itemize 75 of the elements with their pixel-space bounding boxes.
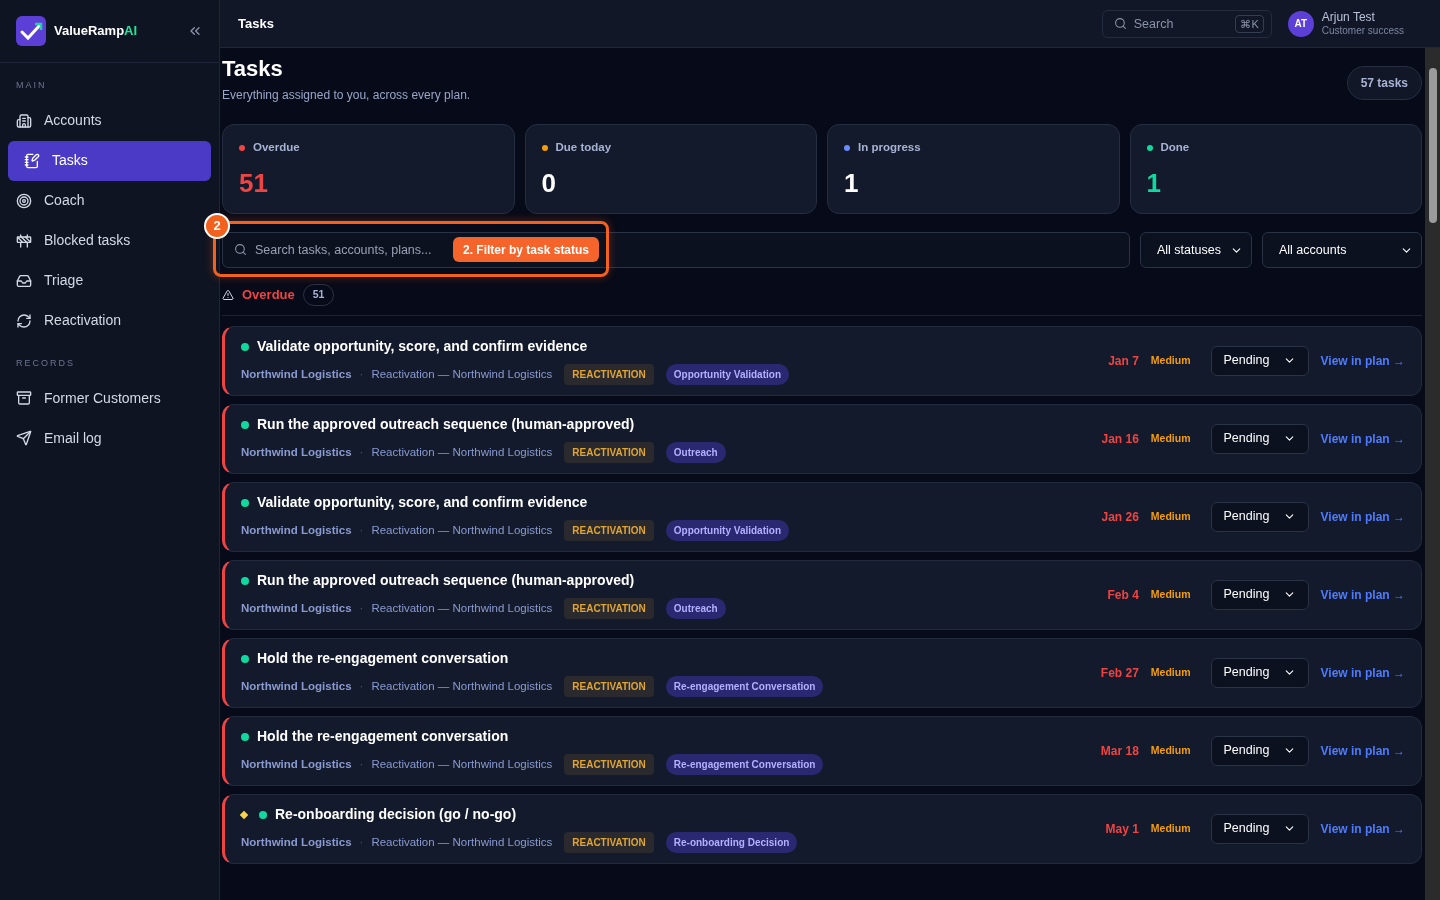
separator-dot: ·: [359, 757, 364, 773]
account-name: Northwind Logistics: [241, 367, 352, 383]
task-title: Hold the re-engagement conversation: [257, 649, 509, 669]
priority-label: Medium: [1150, 586, 1191, 602]
shortcut-key: ⌘K: [1235, 14, 1264, 33]
priority-label: Medium: [1150, 430, 1191, 446]
stat-value: 1: [1146, 167, 1162, 201]
separator-dot: ·: [359, 679, 364, 695]
plan-name: Reactivation — Northwind Logistics: [371, 679, 553, 695]
account-name: Northwind Logistics: [241, 601, 352, 617]
type-tag: REACTIVATION: [564, 754, 654, 776]
type-tag: REACTIVATION: [564, 598, 654, 620]
user-role: Customer success: [1321, 24, 1404, 37]
priority-label: Medium: [1150, 664, 1191, 680]
separator-dot: ·: [359, 523, 364, 539]
stat-value: 0: [541, 167, 557, 201]
plan-name: Reactivation — Northwind Logistics: [371, 523, 553, 539]
account-name: Northwind Logistics: [241, 757, 352, 773]
section-label: RECORDS: [15, 356, 76, 370]
category-tag: Re-engagement Conversation: [665, 754, 824, 776]
account-name: Northwind Logistics: [241, 835, 352, 851]
stat-label: Overdue: [253, 140, 300, 155]
task-title: Run the approved outreach sequence (human-approved): [257, 571, 635, 591]
due-date: Feb 4: [1107, 586, 1139, 604]
type-tag: REACTIVATION: [564, 832, 654, 854]
stat-value: 51: [239, 167, 269, 201]
type-tag: REACTIVATION: [564, 364, 654, 386]
account-name: Northwind Logistics: [241, 445, 352, 461]
task-title: Validate opportunity, score, and confirm evidence: [257, 493, 588, 513]
task-title: Re-onboarding decision (go / no-go): [275, 805, 517, 825]
due-date: Jan 16: [1101, 430, 1139, 448]
task-title: Validate opportunity, score, and confirm evidence: [257, 337, 588, 357]
task-title: Run the approved outreach sequence (human-approved): [257, 415, 635, 435]
due-date: Jan 26: [1101, 508, 1139, 526]
plan-name: Reactivation — Northwind Logistics: [371, 757, 553, 773]
section-label: MAIN: [15, 79, 48, 92]
type-tag: REACTIVATION: [564, 520, 654, 542]
category-tag: Re-engagement Conversation: [665, 676, 824, 698]
page-title: Tasks: [222, 56, 284, 82]
brand-name: ValueRampAI: [54, 22, 138, 41]
separator-dot: ·: [359, 835, 364, 851]
stat-label: In progress: [858, 140, 921, 155]
separator-dot: ·: [359, 445, 364, 461]
stat-label: Done: [1160, 140, 1190, 155]
category-tag: Opportunity Validation: [665, 364, 789, 386]
plan-name: Reactivation — Northwind Logistics: [371, 601, 553, 617]
due-date: Mar 18: [1100, 742, 1139, 760]
plan-name: Reactivation — Northwind Logistics: [371, 835, 553, 851]
due-date: Jan 7: [1108, 352, 1139, 370]
plan-name: Reactivation — Northwind Logistics: [371, 367, 553, 383]
due-date: May 1: [1105, 820, 1139, 838]
task-count-badge: 57 tasks: [1346, 66, 1422, 100]
stat-label: Due today: [555, 140, 612, 155]
stat-value: 1: [844, 167, 860, 201]
type-tag: REACTIVATION: [564, 442, 654, 464]
priority-label: Medium: [1150, 742, 1191, 758]
task-title: Hold the re-engagement conversation: [257, 727, 509, 747]
priority-label: Medium: [1150, 352, 1191, 368]
account-name: Northwind Logistics: [241, 679, 352, 695]
page-subtitle: Everything assigned to you, across every plan.: [222, 87, 471, 104]
user-name: Arjun Test: [1321, 10, 1376, 24]
category-tag: Opportunity Validation: [665, 520, 789, 542]
due-date: Feb 27: [1100, 664, 1139, 682]
separator-dot: ·: [359, 367, 364, 383]
category-tag: Outreach: [665, 442, 726, 464]
plan-name: Reactivation — Northwind Logistics: [371, 445, 553, 461]
page-breadcrumb: Tasks: [238, 14, 274, 33]
category-tag: Re-onboarding Decision: [665, 832, 798, 854]
group-title: Overdue: [242, 286, 295, 305]
separator-dot: ·: [359, 601, 364, 617]
type-tag: REACTIVATION: [564, 676, 654, 698]
account-name: Northwind Logistics: [241, 523, 352, 539]
priority-label: Medium: [1150, 820, 1191, 836]
category-tag: Outreach: [665, 598, 726, 620]
priority-label: Medium: [1150, 508, 1191, 524]
